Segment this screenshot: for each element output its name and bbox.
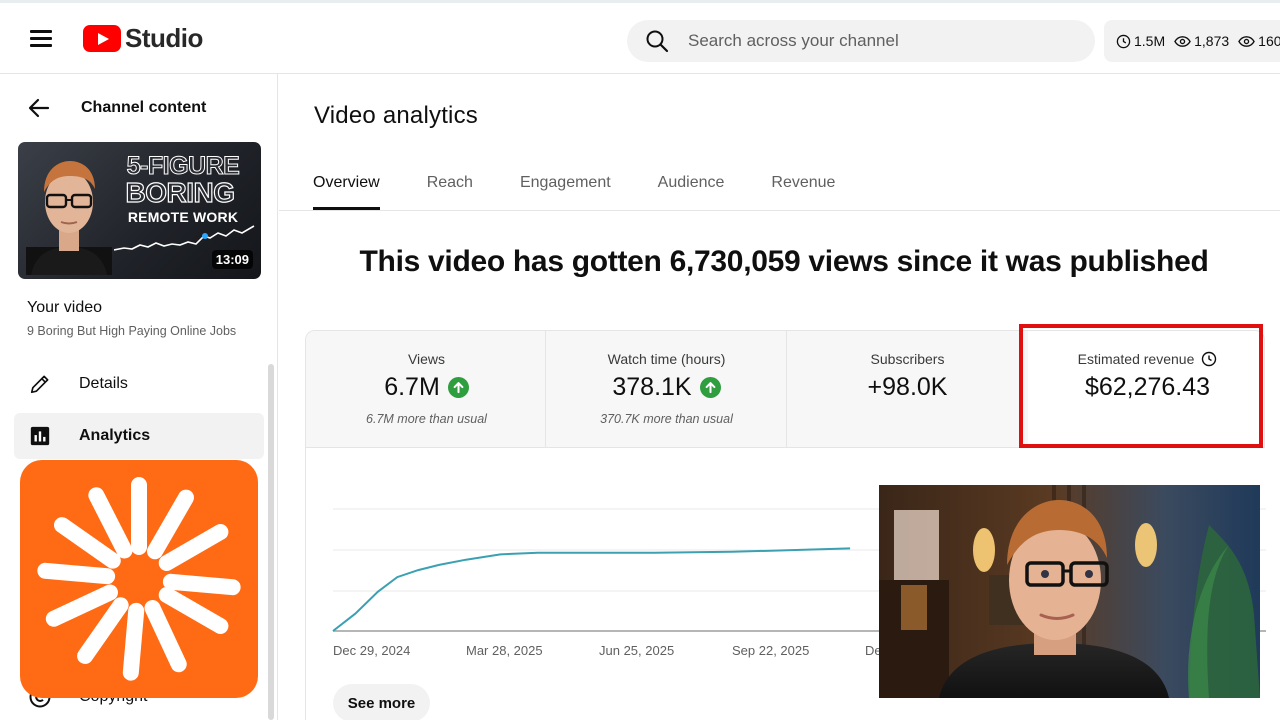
metric-card-subscribers[interactable]: Subscribers +98.0K xyxy=(787,331,1028,447)
chart-x-tick-label: Dec 29, 2024 xyxy=(333,643,410,658)
eye-icon xyxy=(1238,35,1255,47)
thumbnail-text-line3: REMOTE WORK xyxy=(127,209,239,225)
tab-engagement[interactable]: Engagement xyxy=(520,160,611,210)
search-icon[interactable] xyxy=(645,29,669,53)
trend-up-icon xyxy=(447,377,469,398)
menu-icon[interactable] xyxy=(30,30,52,47)
arrow-left-icon[interactable] xyxy=(27,96,51,120)
sidebar-scrollbar[interactable] xyxy=(268,364,274,720)
youtube-logo-icon xyxy=(83,25,121,52)
video-duration-badge: 13:09 xyxy=(211,250,253,269)
search-bar[interactable] xyxy=(627,20,1095,62)
metric-value: +98.0K xyxy=(867,373,948,401)
video-thumbnail[interactable]: 5-FIGURE BORING REMOTE WORK 13:09 xyxy=(18,142,261,279)
top-bar: Studio 1.5M 1,873 160. xyxy=(0,0,1280,74)
metric-card-views[interactable]: Views 6.7M 6.7M more than usual xyxy=(306,331,547,447)
watch-hours-stat: 1.5M xyxy=(1116,33,1165,49)
clock-icon xyxy=(1116,34,1131,48)
thumbnail-person-image xyxy=(26,161,112,275)
starburst-icon xyxy=(37,477,241,681)
metric-label: Subscribers xyxy=(870,351,945,367)
tabs-divider xyxy=(279,210,1280,211)
sidebar-item-analytics[interactable]: Analytics xyxy=(14,413,264,459)
revenue-highlight-box xyxy=(1019,324,1263,448)
video-title: 9 Boring But High Paying Online Jobs xyxy=(27,324,237,338)
analytics-icon xyxy=(28,424,52,448)
back-label: Channel content xyxy=(81,99,207,116)
sidebar-item-label: Analytics xyxy=(79,427,151,444)
webcam-overlay xyxy=(879,485,1260,698)
back-to-channel-content[interactable]: Channel content xyxy=(27,96,206,120)
stat-value: 1.5M xyxy=(1134,33,1166,49)
logo-text: Studio xyxy=(125,23,203,53)
search-input[interactable] xyxy=(688,31,1068,51)
tab-overview[interactable]: Overview xyxy=(313,160,380,210)
metric-value-row: 378.1K xyxy=(546,373,787,402)
stat-value: 160. xyxy=(1258,33,1280,49)
analytics-tabs: Overview Reach Engagement Audience Reven… xyxy=(313,160,882,210)
channel-stats-pill[interactable]: 1.5M 1,873 160. xyxy=(1104,20,1280,62)
sidebar-item-details[interactable]: Details xyxy=(14,361,264,407)
metric-card-watch-time[interactable]: Watch time (hours) 378.1K 370.7K more th… xyxy=(546,331,787,447)
metric-value-row: 6.7M xyxy=(306,373,547,402)
views-stat-2: 160. xyxy=(1238,33,1280,49)
chart-x-tick-label: Jun 25, 2025 xyxy=(599,643,674,658)
chart-x-tick-label: Mar 28, 2025 xyxy=(466,643,543,658)
tab-audience[interactable]: Audience xyxy=(658,160,725,210)
youtube-studio-logo[interactable]: Studio xyxy=(83,23,203,54)
metric-note: 6.7M more than usual xyxy=(366,412,487,426)
see-more-button[interactable]: See more xyxy=(333,684,430,720)
chart-x-tick-label: Sep 22, 2025 xyxy=(732,643,809,658)
tab-revenue[interactable]: Revenue xyxy=(771,160,835,210)
views-stat: 1,873 xyxy=(1174,33,1229,49)
eye-icon xyxy=(1174,35,1191,47)
metric-note: 370.7K more than usual xyxy=(600,412,733,426)
chart-series-line xyxy=(332,547,851,632)
presenter-image xyxy=(879,485,1260,698)
metric-label: Views xyxy=(407,351,446,367)
tab-reach[interactable]: Reach xyxy=(427,160,473,210)
metric-label: Watch time (hours) xyxy=(607,351,726,367)
metric-value: 6.7M xyxy=(384,373,440,401)
your-video-label: Your video xyxy=(27,299,103,316)
app-logo-overlay xyxy=(20,460,258,698)
stat-value: 1,873 xyxy=(1194,33,1230,49)
sidebar-item-label: Details xyxy=(79,375,128,392)
thumbnail-text-line2: BORING xyxy=(125,177,236,208)
trend-up-icon xyxy=(699,377,721,398)
page-title: Video analytics xyxy=(314,102,478,129)
views-headline: This video has gotten 6,730,059 views si… xyxy=(359,245,1209,278)
metric-value: 378.1K xyxy=(612,373,692,401)
pencil-icon xyxy=(28,372,52,396)
